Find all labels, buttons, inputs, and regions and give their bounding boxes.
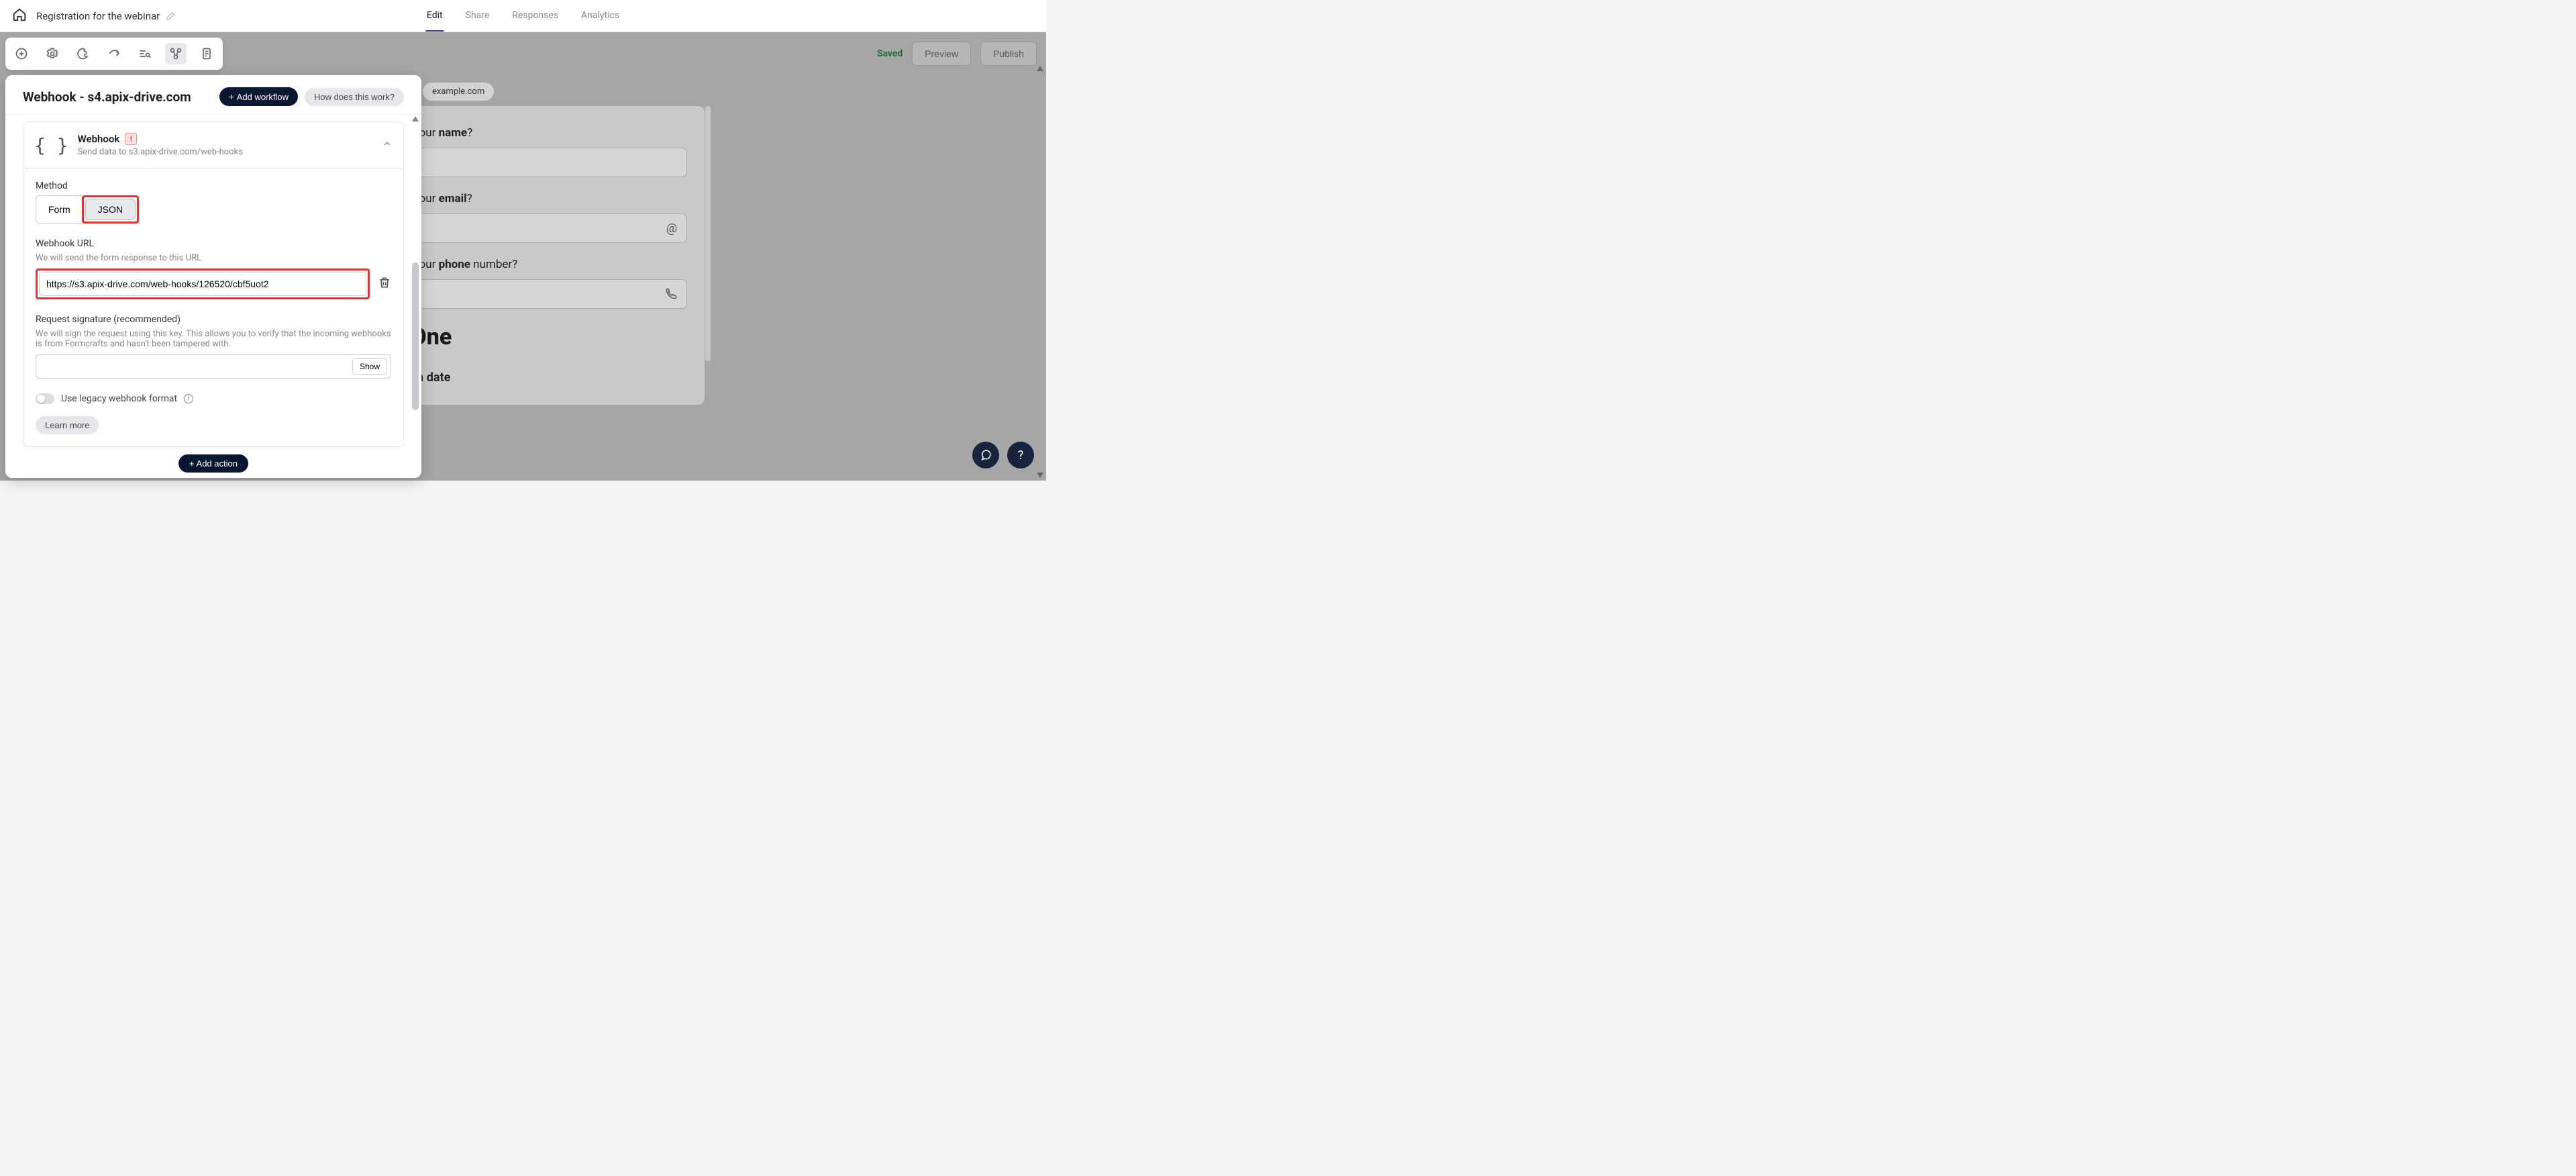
help-fab[interactable]: ?: [1007, 442, 1034, 469]
method-json-button[interactable]: JSON: [85, 199, 136, 220]
saved-label: Saved: [877, 48, 903, 59]
at-icon: @: [666, 222, 677, 236]
webhook-url-sub: We will send the form response to this U…: [36, 253, 391, 263]
tab-responses[interactable]: Responses: [511, 1, 560, 32]
add-field-button[interactable]: [11, 43, 32, 64]
webhook-url-label: Webhook URL: [36, 238, 391, 249]
info-icon[interactable]: i: [184, 394, 193, 403]
page-scroll-down[interactable]: [1037, 473, 1043, 478]
edit-title-icon: [165, 11, 176, 21]
learn-more-button[interactable]: Learn more: [36, 416, 99, 434]
publish-button[interactable]: Publish: [980, 42, 1037, 66]
method-form-button[interactable]: Form: [36, 195, 83, 224]
add-action-button[interactable]: + Add action: [178, 454, 248, 473]
add-workflow-button[interactable]: +Add workflow: [219, 87, 299, 106]
preview-button[interactable]: Preview: [912, 42, 971, 66]
integrations-popup: Webhook - s4.apix-drive.com +Add workflo…: [5, 75, 421, 478]
braces-icon: { }: [34, 134, 68, 156]
legacy-label: Use legacy webhook format: [61, 393, 177, 404]
status-bar: Saved Preview Publish: [877, 42, 1037, 66]
header-tabs: Edit Share Responses Analytics: [425, 1, 621, 32]
chat-fab[interactable]: [972, 442, 999, 469]
url-highlight: [36, 268, 370, 299]
search-button[interactable]: [134, 43, 156, 64]
signature-label: Request signature (recommended): [36, 314, 391, 325]
workflow-description: Send data to s3.apix-drive.com/web-hooks: [78, 147, 243, 157]
share-button[interactable]: [103, 43, 125, 64]
form-title-text: Registration for the webinar: [36, 10, 160, 22]
workflow-card: { } Webhook ! Send data to s3.apix-drive…: [23, 121, 404, 447]
tab-analytics[interactable]: Analytics: [580, 1, 621, 32]
workflow-name: Webhook: [78, 133, 120, 145]
webhook-url-input[interactable]: [39, 272, 366, 296]
method-label: Method: [36, 181, 391, 191]
json-highlight: JSON: [82, 195, 139, 224]
error-badge-icon: !: [125, 133, 137, 145]
popup-title: Webhook - s4.apix-drive.com: [23, 89, 191, 105]
editor-toolbar: [5, 38, 223, 70]
show-signature-button[interactable]: Show: [352, 358, 387, 375]
workflow-header[interactable]: { } Webhook ! Send data to s3.apix-drive…: [23, 122, 403, 168]
settings-button[interactable]: [42, 43, 63, 64]
home-icon[interactable]: [12, 7, 27, 25]
notes-button[interactable]: [196, 43, 217, 64]
signature-input[interactable]: [36, 354, 391, 379]
example-chip: example.com: [423, 83, 494, 101]
signature-sub: We will sign the request using this key.…: [36, 329, 391, 349]
tab-edit[interactable]: Edit: [425, 1, 444, 32]
form-title[interactable]: Registration for the webinar: [36, 10, 176, 22]
legacy-toggle[interactable]: [36, 393, 54, 404]
popup-scrollbar[interactable]: [411, 115, 420, 478]
page-scroll-up[interactable]: [1037, 66, 1043, 71]
form-scrollbar[interactable]: [705, 106, 711, 361]
integrations-button[interactable]: [165, 43, 187, 64]
delete-icon[interactable]: [378, 276, 391, 292]
how-does-this-work-button[interactable]: How does this work?: [305, 88, 404, 106]
top-bar: Registration for the webinar Edit Share …: [0, 0, 1046, 32]
theme-button[interactable]: [72, 43, 94, 64]
phone-icon: [665, 288, 677, 300]
chevron-up-icon: [382, 138, 393, 152]
tab-share[interactable]: Share: [464, 1, 491, 32]
